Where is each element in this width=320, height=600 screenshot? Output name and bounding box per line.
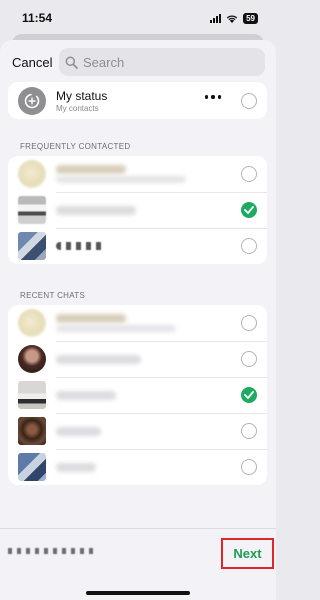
contact-avatar (18, 309, 46, 337)
checkmark-icon (244, 206, 254, 214)
footer-divider (0, 528, 276, 529)
select-radio[interactable] (241, 459, 257, 475)
list-item[interactable] (8, 156, 267, 192)
list-item[interactable] (8, 228, 267, 264)
contact-name (56, 391, 116, 400)
cancel-button[interactable]: Cancel (12, 55, 52, 70)
select-radio[interactable] (241, 166, 257, 182)
wifi-icon (226, 15, 238, 23)
list-item[interactable] (8, 413, 267, 449)
contact-avatar (18, 417, 46, 445)
checkmark-icon (244, 391, 254, 399)
my-status-text: My status My contacts (56, 89, 107, 113)
share-sheet: Cancel My status My contacts (0, 40, 276, 600)
my-status-title: My status (56, 88, 108, 103)
contact-name (56, 427, 101, 436)
contact-name (56, 242, 106, 250)
list-item[interactable] (8, 192, 267, 228)
cellular-signal-icon (210, 13, 222, 23)
contact-name (56, 355, 141, 364)
my-status-avatar (18, 86, 46, 115)
contact-avatar (18, 196, 46, 224)
more-options-icon[interactable] (204, 95, 221, 99)
contact-avatar (18, 160, 46, 188)
sheet-header: Cancel (0, 48, 276, 76)
list-item[interactable] (8, 377, 267, 413)
status-time: 11:54 (22, 11, 53, 25)
home-indicator (86, 591, 190, 595)
select-radio[interactable] (241, 351, 257, 367)
frequent-contacts-card (8, 156, 267, 264)
section-label-recent: RECENT CHATS (20, 291, 86, 300)
list-item[interactable] (8, 305, 267, 341)
contact-avatar (18, 232, 46, 260)
my-status-card: My status My contacts (8, 82, 267, 119)
select-radio-checked[interactable] (241, 202, 257, 218)
contact-name (56, 206, 136, 215)
select-radio[interactable] (241, 238, 257, 254)
contact-avatar (18, 381, 46, 409)
contact-preview (56, 325, 176, 332)
battery-indicator: 59 (243, 12, 258, 24)
my-status-subtitle: My contacts (56, 103, 99, 113)
contact-avatar (18, 345, 46, 373)
search-icon (65, 56, 78, 69)
next-button[interactable]: Next (221, 538, 274, 569)
search-input[interactable] (83, 54, 253, 70)
contact-name (56, 463, 96, 472)
selected-contacts-summary (8, 548, 98, 554)
status-bar: 11:54 59 (0, 0, 276, 36)
contact-name (56, 165, 126, 174)
status-ring-icon (24, 93, 40, 108)
my-status-radio[interactable] (241, 92, 257, 109)
section-label-frequent: FREQUENTLY CONTACTED (20, 142, 131, 151)
list-item[interactable] (8, 449, 267, 485)
contact-preview (56, 176, 186, 183)
select-radio[interactable] (241, 315, 257, 331)
contact-avatar (18, 453, 46, 481)
search-bar[interactable] (59, 48, 265, 76)
recent-chats-card (8, 305, 267, 485)
select-radio-checked[interactable] (241, 387, 257, 403)
list-item[interactable] (8, 341, 267, 377)
status-icons: 59 (210, 12, 258, 24)
contact-name (56, 314, 126, 323)
my-status-row[interactable]: My status My contacts (8, 82, 267, 119)
select-radio[interactable] (241, 423, 257, 439)
